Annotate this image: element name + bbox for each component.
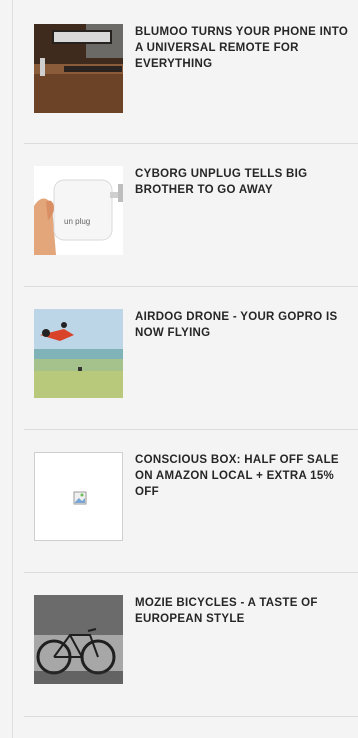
article-thumbnail[interactable] — [34, 24, 123, 113]
article-title[interactable]: CONSCIOUS BOX: HALF OFF SALE ON AMAZON L… — [135, 452, 357, 500]
broken-image-icon — [73, 491, 87, 505]
article-title[interactable]: CYBORG UNPLUG TELLS BIG BROTHER TO GO AW… — [135, 166, 357, 198]
article-title[interactable]: MOZIE BICYCLES - A TASTE OF EUROPEAN STY… — [135, 595, 357, 627]
device-label: un plug — [64, 217, 90, 226]
article-item[interactable]: un plug CYBORG UNPLUG TELLS BIG BROTHER … — [24, 166, 358, 256]
article-thumbnail[interactable]: un plug — [34, 166, 123, 255]
separator — [24, 429, 358, 430]
separator — [24, 143, 358, 144]
article-title[interactable]: BLUMOO TURNS YOUR PHONE INTO A UNIVERSAL… — [135, 24, 357, 72]
article-item[interactable]: CONSCIOUS BOX: HALF OFF SALE ON AMAZON L… — [24, 452, 358, 542]
article-item[interactable]: AIRDOG DRONE - YOUR GOPRO IS NOW FLYING — [24, 309, 358, 399]
separator — [24, 286, 358, 287]
separator — [24, 572, 358, 573]
panel-left-border — [12, 0, 13, 738]
separator — [24, 716, 358, 717]
article-title[interactable]: AIRDOG DRONE - YOUR GOPRO IS NOW FLYING — [135, 309, 357, 341]
article-thumbnail[interactable] — [34, 595, 123, 684]
article-item[interactable]: MOZIE BICYCLES - A TASTE OF EUROPEAN STY… — [24, 595, 358, 685]
article-thumbnail[interactable] — [34, 309, 123, 398]
article-item[interactable]: BLUMOO TURNS YOUR PHONE INTO A UNIVERSAL… — [24, 24, 358, 114]
article-thumbnail[interactable] — [34, 452, 123, 541]
related-articles-panel: BLUMOO TURNS YOUR PHONE INTO A UNIVERSAL… — [0, 0, 358, 738]
